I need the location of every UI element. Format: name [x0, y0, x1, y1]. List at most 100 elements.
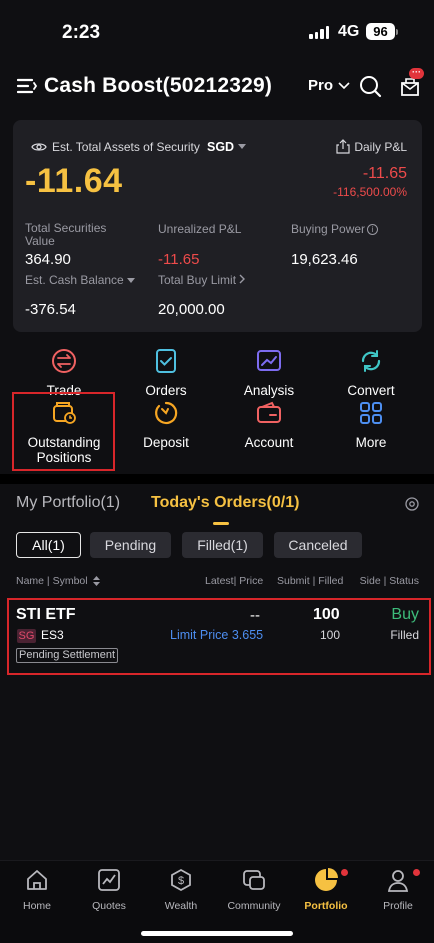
profile-notification-dot [413, 869, 420, 876]
menu-icon[interactable] [17, 77, 37, 95]
nav-wealth[interactable]: $ Wealth [146, 868, 216, 912]
est-cash-balance-text: Est. Cash Balance [25, 273, 124, 287]
total-securities-value-label: Total Securities Value [25, 221, 107, 248]
buying-power-label[interactable]: Buying Power i [291, 222, 379, 236]
tab-my-portfolio[interactable]: My Portfolio(1) [16, 494, 120, 512]
order-submitted-qty: 100 [313, 606, 340, 623]
orders-button[interactable]: Orders [116, 348, 216, 398]
nav-portfolio-label: Portfolio [304, 900, 348, 912]
nav-profile[interactable]: Profile [363, 868, 433, 912]
home-icon [27, 870, 47, 890]
account-icon [257, 401, 281, 423]
convert-button[interactable]: Convert [321, 348, 421, 398]
filter-pending[interactable]: Pending [90, 532, 171, 558]
order-filled-qty: 100 [320, 628, 341, 642]
account-title[interactable]: Cash Boost(50212329) [44, 74, 272, 98]
order-name: STI ETF [16, 606, 76, 623]
status-time: 2:23 [62, 22, 101, 43]
more-button[interactable]: More [321, 400, 421, 450]
buying-power-text: Buying Power [291, 222, 366, 236]
caret-down-icon [238, 144, 247, 149]
sort-icon [92, 576, 100, 586]
total-securities-value: 364.90 [25, 251, 71, 268]
nav-home-label: Home [22, 900, 51, 912]
caret-down-icon [127, 278, 136, 283]
daily-pnl-label: Daily P&L [354, 140, 407, 154]
order-symbol: ES3 [41, 628, 64, 642]
deposit-label: Deposit [143, 435, 189, 450]
filter-all[interactable]: All(1) [16, 532, 81, 558]
orders-label: Orders [145, 383, 187, 398]
profile-icon [387, 870, 409, 892]
est-cash-balance-label[interactable]: Est. Cash Balance [25, 273, 136, 287]
tab-todays-orders[interactable]: Today's Orders(0/1) [151, 494, 299, 512]
portfolio-icon [315, 868, 338, 891]
col-name-symbol[interactable]: Name | Symbol [16, 575, 100, 587]
app-header: Cash Boost(50212329) Pro [0, 62, 434, 110]
share-icon[interactable] [336, 139, 350, 154]
nav-portfolio[interactable]: Portfolio [291, 868, 361, 912]
chevron-right-icon [239, 274, 246, 284]
buying-power-value: 19,623.46 [291, 251, 358, 268]
total-buy-limit-text: Total Buy Limit [158, 273, 237, 287]
filter-filled[interactable]: Filled(1) [182, 532, 263, 558]
total-buy-limit-value: 20,000.00 [158, 301, 225, 318]
pending-settlement-tag: Pending Settlement [16, 648, 119, 663]
portfolio-notification-dot [341, 869, 348, 876]
col-submit-filled: Submit | Filled [277, 575, 344, 587]
unrealized-pnl-value: -11.65 [158, 251, 200, 268]
order-side: Buy [391, 606, 419, 623]
analysis-icon [257, 350, 281, 371]
deposit-icon [155, 401, 178, 425]
active-tab-indicator [213, 522, 229, 525]
daily-pnl-percent: -116,500.00% [333, 185, 407, 199]
order-latest-price: -- [250, 607, 260, 624]
deposit-button[interactable]: Deposit [116, 400, 216, 450]
nav-quotes[interactable]: Quotes [74, 868, 144, 912]
trade-button[interactable]: Trade [14, 348, 114, 398]
settings-icon[interactable] [405, 497, 419, 511]
pro-mode-dropdown[interactable]: Pro [308, 77, 350, 94]
section-divider [0, 474, 434, 484]
nav-profile-label: Profile [383, 900, 413, 912]
trade-icon [52, 349, 76, 373]
chevron-down-icon [338, 81, 350, 89]
nav-home[interactable]: Home [2, 868, 72, 912]
col-latest-price: Latest| Price [205, 575, 264, 587]
col-side-status: Side | Status [359, 575, 419, 587]
status-bar: 2:23 4G 96 [0, 0, 434, 62]
network-type: 4G [338, 23, 360, 40]
daily-pnl-value: -11.65 [362, 165, 407, 182]
home-indicator [141, 931, 293, 936]
analysis-label: Analysis [243, 383, 295, 398]
nav-wealth-label: Wealth [164, 900, 198, 912]
asset-summary-card: Est. Total Assets of Security SGD Daily … [13, 120, 422, 332]
eye-icon[interactable] [31, 141, 47, 153]
analysis-button[interactable]: Analysis [219, 348, 319, 398]
cellular-signal-icon [309, 26, 329, 39]
convert-icon [361, 350, 381, 372]
currency-selector[interactable]: SGD [207, 140, 247, 154]
battery-icon: 96 [366, 23, 395, 40]
notification-badge: ··· [409, 68, 424, 79]
total-assets-value: -11.64 [25, 162, 123, 200]
filter-canceled[interactable]: Canceled [274, 532, 362, 558]
market-badge: SG [17, 629, 36, 643]
order-limit-price: Limit Price 3.655 [170, 628, 264, 642]
nav-quotes-label: Quotes [92, 900, 126, 912]
highlight-outstanding-positions [12, 392, 115, 471]
community-icon [243, 870, 265, 890]
account-button[interactable]: Account [219, 400, 319, 450]
info-icon[interactable]: i [367, 224, 379, 236]
total-buy-limit-label[interactable]: Total Buy Limit [158, 273, 246, 287]
search-icon[interactable] [358, 74, 382, 98]
wealth-icon: $ [171, 868, 191, 892]
nav-community[interactable]: Community [219, 868, 289, 912]
account-label: Account [244, 435, 294, 450]
pro-mode-label: Pro [308, 77, 334, 94]
unrealized-pnl-label: Unrealized P&L [158, 222, 242, 236]
convert-label: Convert [347, 383, 395, 398]
order-status: Filled [390, 628, 419, 642]
currency-label: SGD [207, 140, 235, 154]
est-cash-balance-value: -376.54 [25, 301, 76, 318]
